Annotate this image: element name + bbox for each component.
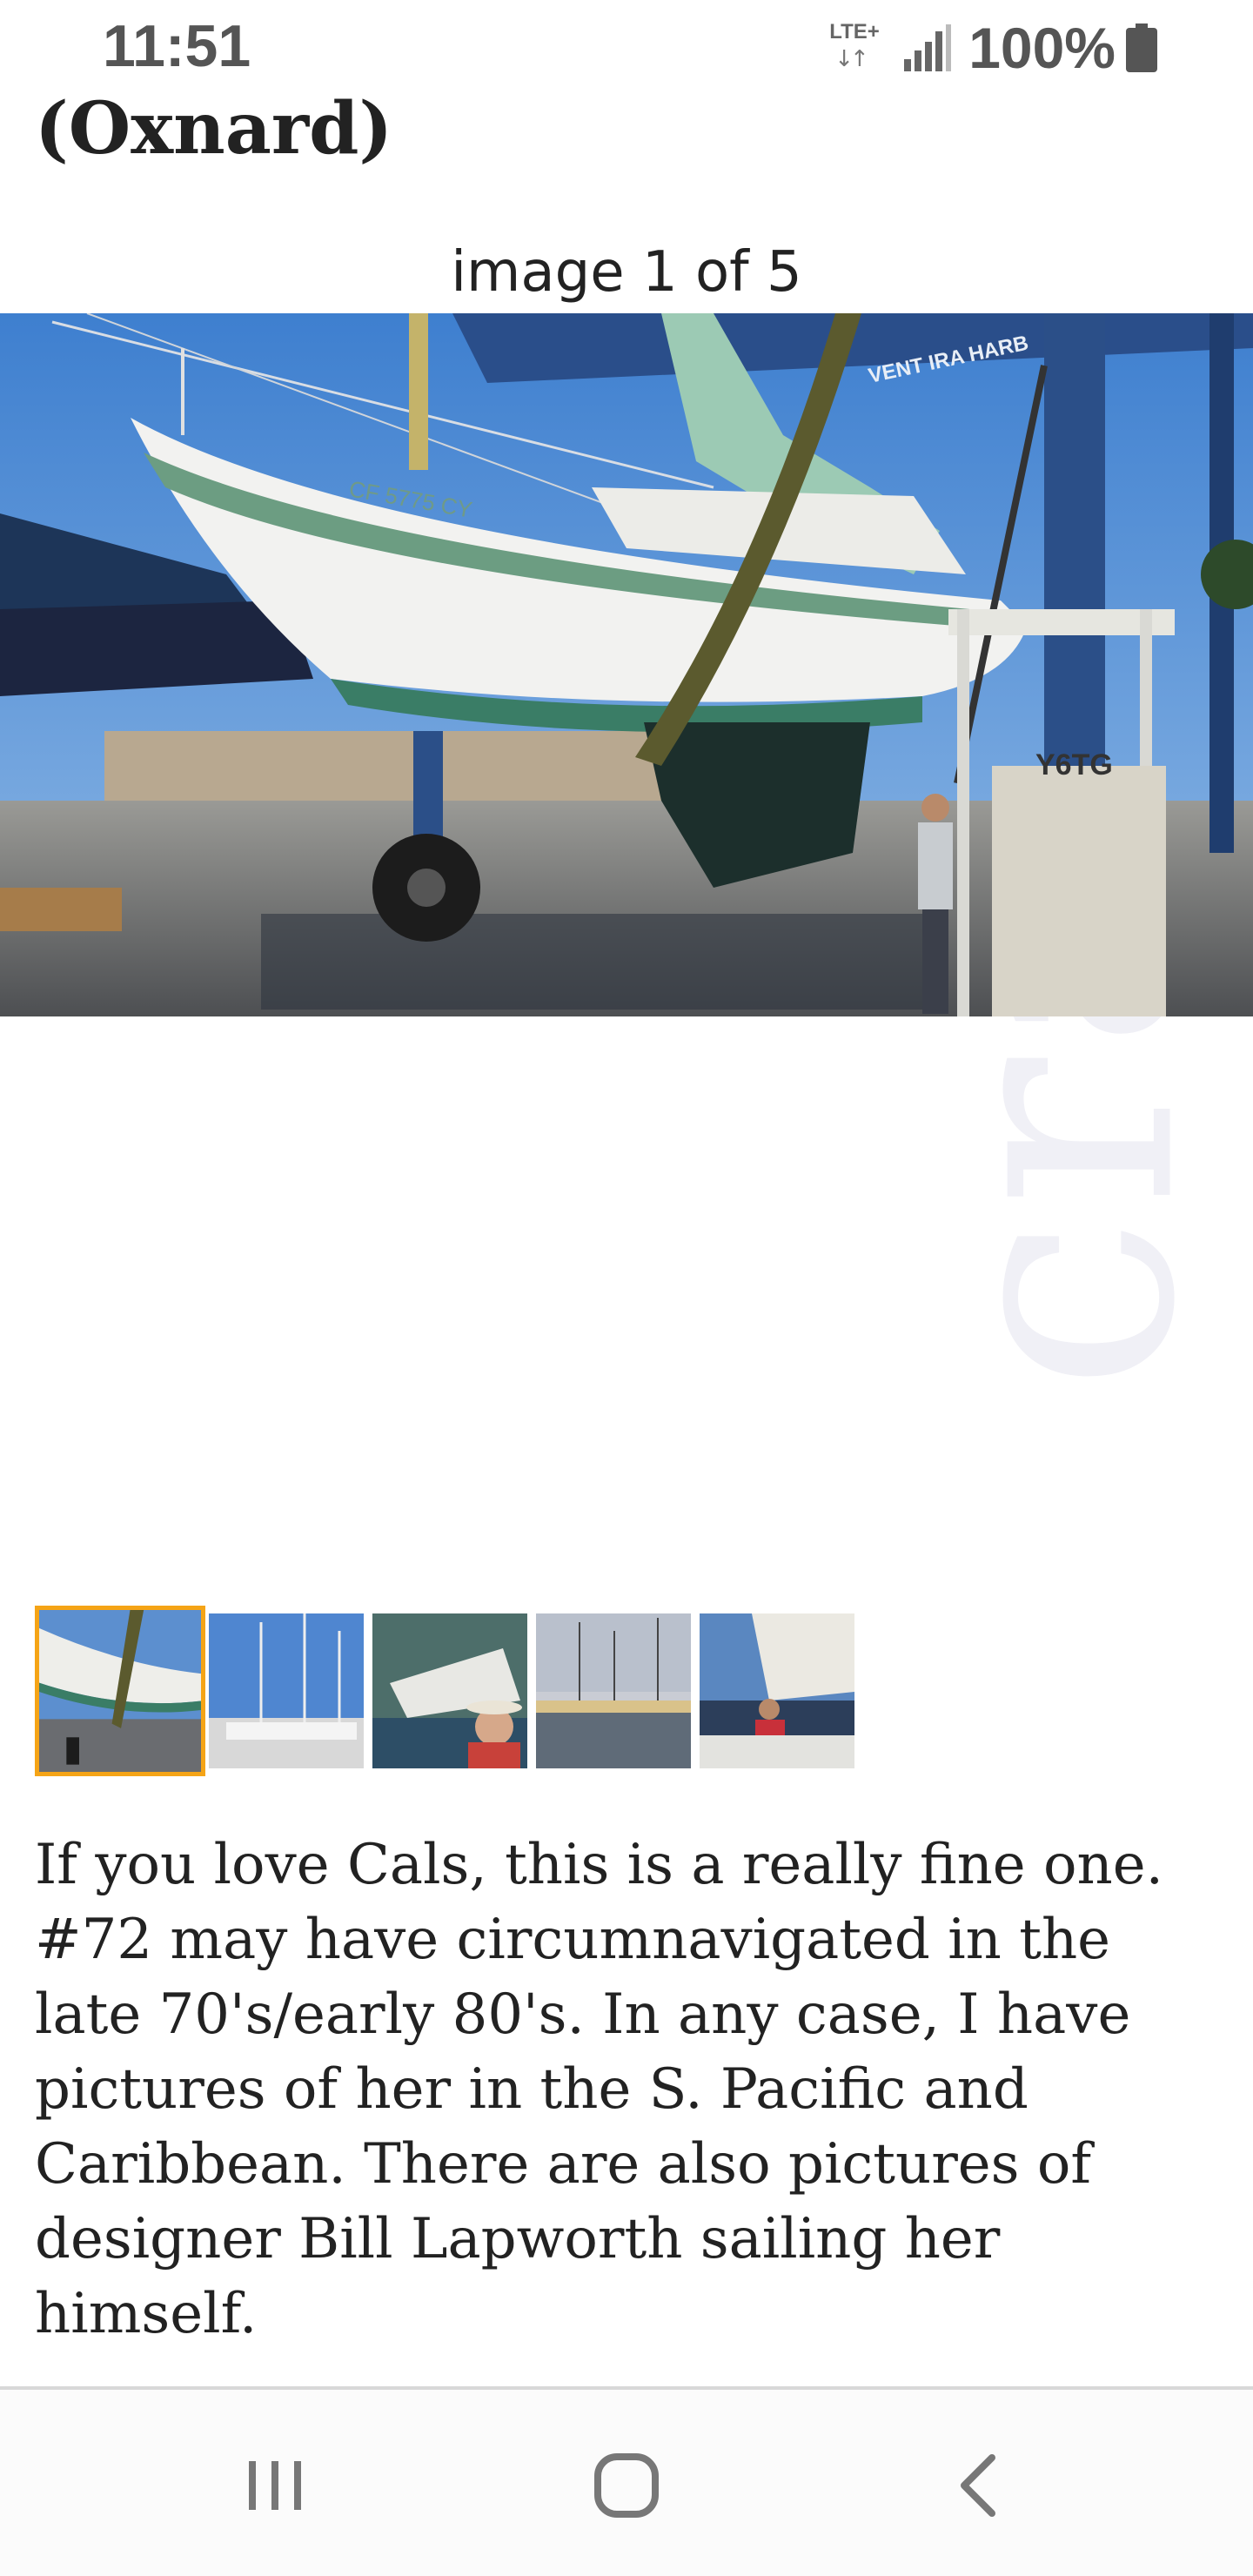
image-counter: image 1 of 5 <box>451 240 802 305</box>
back-icon[interactable] <box>926 2442 1030 2529</box>
thumbnail-strip <box>35 1606 863 1776</box>
worker <box>918 822 953 909</box>
system-nav-bar <box>0 2386 1253 2576</box>
thumbnail-1[interactable] <box>35 1606 205 1776</box>
status-time: 11:51 <box>103 13 251 79</box>
battery-percent: 100% <box>968 16 1116 80</box>
signal-icon <box>904 24 952 71</box>
lte-label: LTE+ <box>829 20 880 44</box>
home-icon[interactable] <box>574 2442 679 2529</box>
status-bar: 11:51 LTE+ ↓↑ 100% <box>0 0 1253 96</box>
recent-apps-icon[interactable] <box>223 2442 327 2529</box>
thumbnail-2[interactable] <box>209 1613 364 1768</box>
battery-icon <box>1126 23 1157 72</box>
thumbnail-3[interactable] <box>372 1613 527 1768</box>
lte-indicator: LTE+ ↓↑ <box>829 20 892 76</box>
main-image[interactable]: VENT IRA HARB CF 5775 CY Y6TG <box>0 313 1253 1016</box>
thumbnail-4[interactable] <box>536 1613 691 1768</box>
thumbnail-5[interactable] <box>700 1613 854 1768</box>
posting-description: If you love Cals, this is a really fine … <box>35 1833 1163 2346</box>
lift-engine <box>992 766 1166 1016</box>
data-arrows-icon: ↓↑ <box>834 46 869 72</box>
lift-sign-text: Y6TG <box>1035 748 1113 782</box>
posting-title: (Oxnard) <box>35 87 393 171</box>
status-icons: LTE+ ↓↑ 100% <box>829 16 1157 80</box>
